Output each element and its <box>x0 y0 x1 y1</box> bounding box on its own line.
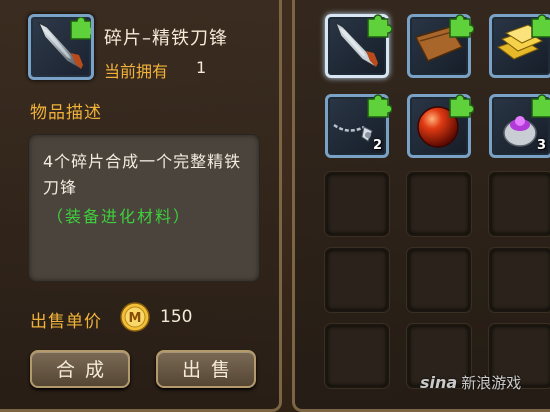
puzzle-piece-icon <box>367 14 392 38</box>
inventory-slot-leather-fragment[interactable] <box>407 14 474 78</box>
item-count: 3 <box>536 138 546 153</box>
puzzle-piece-icon <box>449 14 474 38</box>
owned-count: 1 <box>196 58 207 77</box>
inventory-slot-empty[interactable] <box>489 172 550 236</box>
inventory-panel: 2 3 <box>292 0 550 412</box>
inventory-slot-red-orb-fragment[interactable] <box>407 94 474 158</box>
sina-games-watermark: sina 新浪游戏 <box>420 372 521 393</box>
puzzle-piece-icon <box>70 17 91 40</box>
inventory-slot-empty[interactable] <box>325 172 389 236</box>
owned-label: 当前拥有 <box>104 62 169 81</box>
inventory-slot-empty[interactable] <box>325 248 389 312</box>
inventory-slot-blade-fragment[interactable] <box>325 14 392 78</box>
puzzle-piece-icon <box>531 14 550 38</box>
inventory-slot-empty[interactable] <box>407 172 471 236</box>
description-heading: 物品描述 <box>30 103 102 123</box>
description-tag: （装备进化材料） <box>47 207 192 226</box>
description-box: 4个碎片合成一个完整精铁刀锋 （装备进化材料） <box>28 134 260 282</box>
puzzle-piece-icon <box>531 94 550 118</box>
item-detail-panel: 碎片–精铁刀锋 当前拥有 1 物品描述 4个碎片合成一个完整精铁刀锋 （装备进化… <box>0 0 282 412</box>
price-value: 150 <box>160 307 193 327</box>
inventory-slot-potion-fragment[interactable]: 3 <box>489 94 550 158</box>
inventory-slot-necklace-fragment[interactable]: 2 <box>325 94 392 158</box>
inventory-slot-gold-bars-fragment[interactable] <box>489 14 550 78</box>
item-name: 碎片–精铁刀锋 <box>104 28 228 49</box>
item-icon-frame <box>28 14 94 80</box>
inventory-slot-empty[interactable] <box>325 324 389 388</box>
item-count: 2 <box>372 138 382 153</box>
svg-text:M: M <box>129 311 142 326</box>
description-text: 4个碎片合成一个完整精铁刀锋 <box>43 152 242 197</box>
combine-button[interactable]: 合成 <box>30 350 130 388</box>
sell-button[interactable]: 出售 <box>156 350 256 388</box>
puzzle-piece-icon <box>449 94 474 118</box>
inventory-slot-empty[interactable] <box>407 248 471 312</box>
watermark-text: 新浪游戏 <box>461 374 522 392</box>
inventory-slot-empty[interactable] <box>489 248 550 312</box>
watermark-brand: sina <box>420 373 458 392</box>
puzzle-piece-icon <box>367 94 392 118</box>
gold-coin-icon: M <box>120 302 150 332</box>
price-label: 出售单价 <box>30 312 102 332</box>
